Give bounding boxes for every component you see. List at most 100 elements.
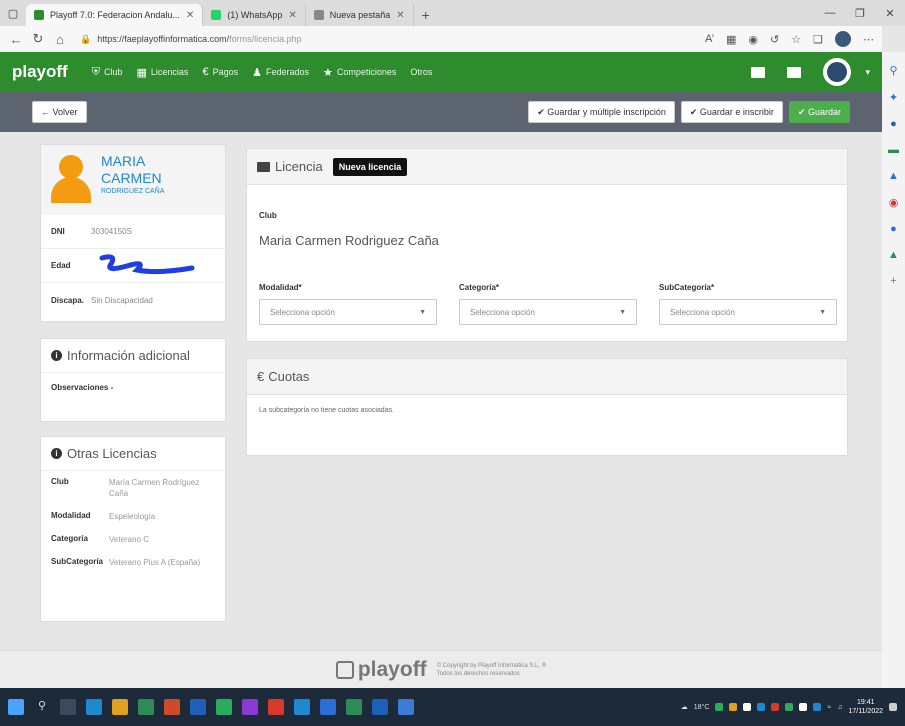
app-icon[interactable] bbox=[294, 699, 310, 715]
tray-icon[interactable] bbox=[743, 703, 752, 711]
games-icon[interactable]: ▬ bbox=[888, 144, 899, 156]
profile-card: MARIA CARMEN RODRIGUEZ CAÑA DNI 30304150… bbox=[40, 144, 226, 322]
app-navbar: playoff ⛨ Club ▦ Licencias € Pagos ♟ Federad… bbox=[0, 52, 882, 92]
save-multiple-inscription-button[interactable]: ✔ Guardar y múltiple inscripción bbox=[528, 101, 675, 123]
task-view-icon[interactable] bbox=[60, 699, 76, 715]
discapacidad-row: Discapa. Sin Discapacidad bbox=[51, 295, 153, 305]
wifi-icon[interactable]: ≈ bbox=[827, 704, 831, 711]
profile-icon[interactable] bbox=[835, 31, 851, 47]
subcategoria-select[interactable]: Selecciona opción ▼ bbox=[659, 299, 837, 325]
home-icon[interactable]: ⌂ bbox=[52, 32, 68, 47]
reload-icon[interactable]: ↻ bbox=[30, 31, 46, 47]
close-tab-icon[interactable]: ✕ bbox=[396, 10, 404, 21]
favorites-icon[interactable]: ☆ bbox=[791, 33, 801, 46]
user-avatar[interactable] bbox=[823, 58, 852, 86]
office-icon[interactable]: ▲ bbox=[888, 170, 899, 182]
app-icon[interactable] bbox=[320, 699, 336, 715]
club-value: Maria Carmen Rodriguez Caña bbox=[259, 233, 439, 248]
browser-tab-playoff[interactable]: Playoff 7.0: Federacion Andalu... ✕ bbox=[26, 4, 204, 26]
new-tab-button[interactable]: + bbox=[414, 4, 438, 26]
page-footer: playoff © Copyright by Playoff Informáti… bbox=[0, 650, 882, 688]
tray-icon[interactable] bbox=[771, 703, 780, 711]
save-button[interactable]: ✔ Guardar bbox=[788, 101, 850, 123]
edge-icon[interactable] bbox=[86, 699, 102, 715]
person-avatar-icon bbox=[51, 153, 91, 203]
tray-icon[interactable] bbox=[813, 703, 822, 711]
app-icon[interactable]: ▦ bbox=[726, 33, 736, 46]
app-icon[interactable] bbox=[216, 699, 232, 715]
close-window-icon[interactable]: ✕ bbox=[875, 0, 905, 26]
app-icon[interactable] bbox=[372, 699, 388, 715]
add-icon[interactable]: + bbox=[890, 275, 896, 287]
weather-icon[interactable]: ☁ bbox=[681, 703, 688, 711]
url-field[interactable]: 🔒 https://faeplayoffinformatica.com/form… bbox=[74, 29, 699, 49]
close-tab-icon[interactable]: ✕ bbox=[186, 10, 194, 21]
extension-icon[interactable]: ◉ bbox=[748, 33, 758, 46]
tray-icon[interactable] bbox=[715, 703, 724, 711]
info-icon: i bbox=[51, 448, 62, 459]
windows-taskbar: ⚲ ☁ 18°C ≈ ♫ 19:41 17/11/2022 bbox=[0, 688, 905, 726]
nav-item-federados[interactable]: ♟ Federados bbox=[252, 66, 309, 79]
app-icon[interactable] bbox=[398, 699, 414, 715]
tools-icon[interactable]: ● bbox=[890, 118, 897, 130]
tab-favicon-icon bbox=[313, 10, 324, 20]
outlook-icon[interactable]: ◉ bbox=[889, 196, 899, 209]
nav-item-licencias[interactable]: ▦ Licencias bbox=[137, 66, 189, 79]
modalidad-label: Modalidad* bbox=[259, 283, 302, 292]
back-button[interactable]: ← Volver bbox=[32, 101, 87, 123]
app-icon[interactable] bbox=[138, 699, 154, 715]
browser-tab-new[interactable]: Nueva pestaña ✕ bbox=[306, 4, 414, 26]
back-arrow-icon[interactable]: ← bbox=[8, 32, 24, 47]
tray-icon[interactable] bbox=[757, 703, 766, 711]
tab-favicon-icon bbox=[211, 10, 222, 20]
club-label: Club bbox=[259, 211, 277, 220]
modalidad-select[interactable]: Selecciona opción ▼ bbox=[259, 299, 437, 325]
nav-item-club[interactable]: ⛨ Club bbox=[92, 66, 123, 79]
notifications-icon[interactable] bbox=[889, 703, 897, 711]
collections-icon[interactable]: ❏ bbox=[813, 33, 823, 46]
app-icon[interactable] bbox=[242, 699, 258, 715]
browser-tab-whatsapp[interactable]: (1) WhatsApp ✕ bbox=[203, 4, 306, 26]
tree-icon[interactable]: ▲ bbox=[888, 249, 899, 261]
euro-icon: € bbox=[257, 369, 265, 384]
mail-icon[interactable] bbox=[787, 66, 802, 78]
tab-favicon-icon bbox=[34, 10, 44, 20]
minimize-icon[interactable]: — bbox=[815, 0, 845, 26]
action-toolbar: ← Volver ✔ Guardar y múltiple inscripció… bbox=[0, 92, 882, 132]
observaciones-label: Observaciones - bbox=[51, 383, 114, 392]
navbar-right bbox=[751, 58, 852, 86]
read-aloud-icon[interactable]: A’ bbox=[705, 33, 714, 45]
search-icon[interactable]: ⚲ bbox=[889, 64, 897, 77]
volume-icon[interactable]: ♫ bbox=[837, 704, 842, 711]
app-icon[interactable] bbox=[164, 699, 180, 715]
explorer-icon[interactable] bbox=[112, 699, 128, 715]
system-tray: ☁ 18°C ≈ ♫ 19:41 17/11/2022 bbox=[681, 698, 897, 716]
app-icon[interactable] bbox=[346, 699, 362, 715]
windows-start-icon[interactable] bbox=[8, 699, 24, 715]
save-inscribe-button[interactable]: ✔ Guardar e inscribir bbox=[680, 101, 783, 123]
tray-icon[interactable] bbox=[729, 703, 738, 711]
chart-icon[interactable] bbox=[751, 66, 766, 78]
chevron-down-icon[interactable]: ▾ bbox=[865, 67, 870, 78]
nav-item-otros[interactable]: Otros bbox=[410, 67, 432, 77]
drop-icon[interactable]: ● bbox=[890, 223, 897, 235]
additional-info-title: i Información adicional bbox=[41, 339, 225, 373]
tray-icon[interactable] bbox=[785, 703, 794, 711]
tray-icon[interactable] bbox=[799, 703, 808, 711]
nav-item-pagos[interactable]: € Pagos bbox=[202, 66, 238, 78]
restore-icon[interactable]: ❐ bbox=[845, 0, 875, 26]
categoria-select[interactable]: Selecciona opción ▼ bbox=[459, 299, 637, 325]
refresh-ext-icon[interactable]: ↺ bbox=[770, 33, 779, 46]
nav-item-competiciones[interactable]: ★ Competiciones bbox=[323, 66, 396, 79]
app-icon[interactable] bbox=[268, 699, 284, 715]
search-icon[interactable]: ⚲ bbox=[34, 699, 50, 715]
app-icon[interactable] bbox=[190, 699, 206, 715]
clock[interactable]: 19:41 17/11/2022 bbox=[848, 698, 883, 716]
more-icon[interactable]: ⋯ bbox=[863, 33, 874, 46]
footer-logo: playoff bbox=[335, 658, 427, 682]
sparkle-icon[interactable]: ✦ bbox=[889, 91, 898, 104]
other-license-row: Modalidad Espeleología bbox=[51, 511, 156, 521]
close-tab-icon[interactable]: ✕ bbox=[288, 10, 296, 21]
window-menu-icon[interactable]: ▢ bbox=[0, 0, 26, 26]
playoff-logo[interactable]: playoff bbox=[12, 62, 68, 82]
